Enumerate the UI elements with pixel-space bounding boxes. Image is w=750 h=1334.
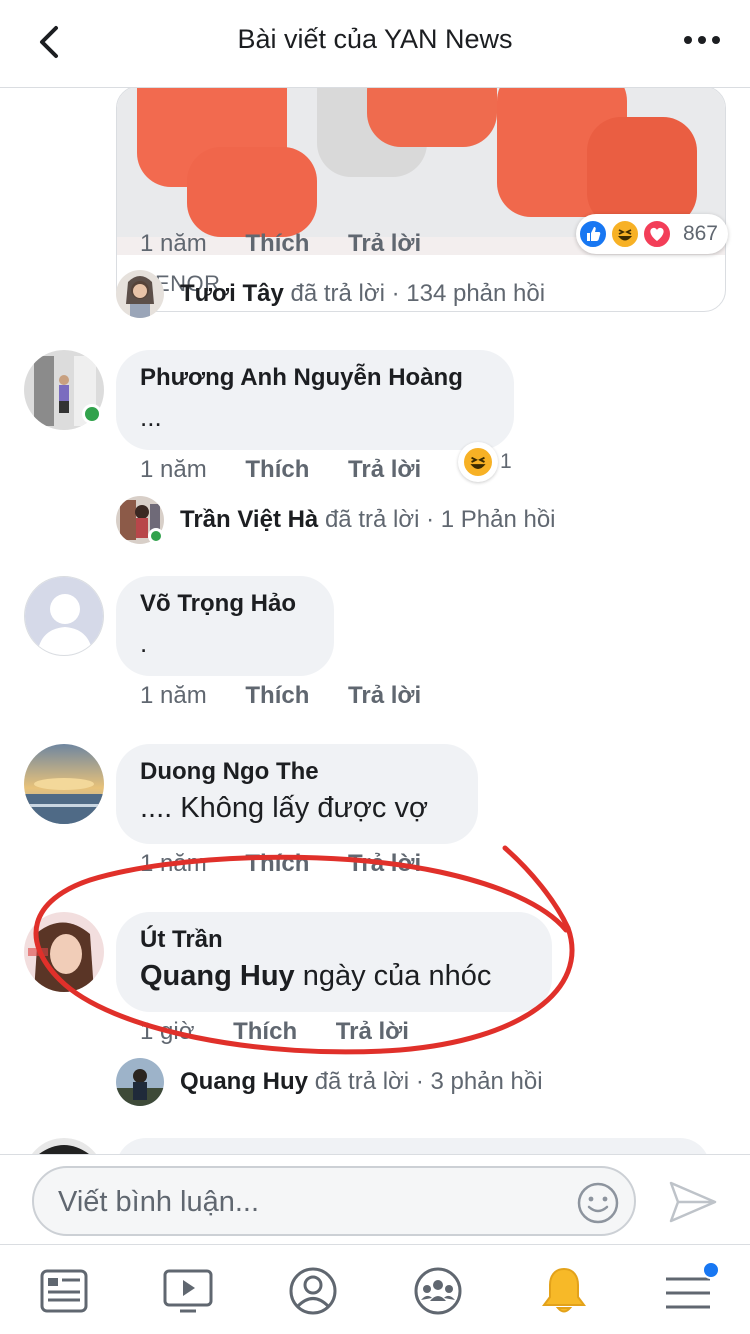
comment-bubble[interactable]: Duong Ngo The .... Không lấy được vợ <box>116 744 478 844</box>
comment-text: ngày của nhóc <box>294 960 492 992</box>
emoji-icon[interactable] <box>576 1181 620 1225</box>
reply-button[interactable]: Trả lời <box>348 456 421 483</box>
commenter-name[interactable]: Phương Anh Nguyễn Hoàng <box>140 364 490 392</box>
mention-link[interactable]: Quang Huy <box>140 960 295 992</box>
commenter-name[interactable]: Võ Trọng Hảo <box>140 590 310 618</box>
comment-actions: 1 năm Thích Trả lời <box>140 850 421 878</box>
bottom-navigation <box>0 1244 750 1334</box>
commenter-name[interactable]: Duong Ngo The <box>140 758 454 786</box>
gif-attachment[interactable]: TENOR <box>116 88 726 312</box>
comment-actions: 1 năm Thích Trả lời <box>140 682 421 710</box>
haha-reaction-icon <box>462 446 494 478</box>
reply-action-text: đã trả lời <box>324 506 420 533</box>
reply-button[interactable]: Trả lời <box>348 682 421 709</box>
replier-name[interactable]: Trần Việt Hà <box>180 506 318 533</box>
watch-video-icon[interactable] <box>160 1263 216 1319</box>
reply-count: · 3 phản hồi <box>415 1068 543 1095</box>
comment-bubble[interactable]: Phương Anh Nguyễn Hoàng ... <box>116 350 514 450</box>
avatar[interactable] <box>24 1138 104 1154</box>
reply-button[interactable]: Trả lời <box>348 850 421 877</box>
comments-list[interactable]: TENOR 867 1 năm Thích Trả lời Tươi Tây đ… <box>0 88 750 1154</box>
notifications-bell-icon[interactable] <box>536 1263 592 1319</box>
like-button[interactable]: Thích <box>233 1018 297 1045</box>
avatar[interactable] <box>24 744 104 824</box>
reply-action-text: đã trả lời <box>314 1068 410 1095</box>
like-button[interactable]: Thích <box>245 850 309 877</box>
page-title: Bài viết của YAN News <box>237 24 513 54</box>
like-button[interactable]: Thích <box>245 682 309 709</box>
top-bar: Bài viết của YAN News <box>0 0 750 88</box>
comment-actions: 1 năm Thích Trả lời <box>140 456 421 484</box>
replier-name[interactable]: Quang Huy <box>180 1068 308 1095</box>
avatar <box>116 1058 164 1106</box>
avatar[interactable] <box>24 576 104 656</box>
groups-icon[interactable] <box>410 1263 466 1319</box>
comment-time: 1 năm <box>140 850 207 877</box>
comment-actions: 1 năm Thích Trả lời <box>140 230 421 258</box>
reactions-count: 867 <box>682 222 718 245</box>
love-reaction-icon <box>642 219 672 249</box>
online-status-dot <box>148 528 164 544</box>
like-button[interactable]: Thích <box>245 456 309 483</box>
comment-text: ... <box>140 402 162 432</box>
reaction-count: 1 <box>500 450 512 473</box>
news-feed-icon[interactable] <box>36 1263 92 1319</box>
like-reaction-icon <box>578 219 608 249</box>
haha-reaction-icon <box>610 219 640 249</box>
comment-time: 1 năm <box>140 230 207 257</box>
comment-time: 1 năm <box>140 456 207 483</box>
profile-icon[interactable] <box>285 1263 341 1319</box>
send-icon[interactable] <box>668 1179 718 1225</box>
comment-bubble[interactable] <box>116 1138 710 1154</box>
reply-button[interactable]: Trả lời <box>336 1018 409 1045</box>
comment-composer: Viết bình luận... <box>0 1154 750 1244</box>
comment-time: 1 năm <box>140 682 207 709</box>
menu-notification-dot <box>702 1261 720 1279</box>
reply-count: · 1 Phản hồi <box>426 506 556 533</box>
comment-bubble[interactable]: Út Trần Quang Huy ngày của nhóc <box>116 912 552 1012</box>
reply-count: · 134 phản hồi <box>391 280 546 307</box>
comment-bubble[interactable]: Võ Trọng Hảo . <box>116 576 334 676</box>
comment-text: .... Không lấy được vợ <box>140 792 428 824</box>
comment-time: 1 giờ <box>140 1018 195 1045</box>
reactions-summary[interactable]: 867 <box>576 214 728 254</box>
online-status-dot <box>82 404 102 424</box>
reply-button[interactable]: Trả lời <box>348 230 421 257</box>
comment-input[interactable]: Viết bình luận... <box>32 1166 636 1236</box>
avatar[interactable] <box>24 912 104 992</box>
replier-name[interactable]: Tươi Tây <box>180 280 284 307</box>
comment-actions: 1 giờ Thích Trả lời <box>140 1018 409 1046</box>
reaction-badge[interactable]: 1 <box>458 442 514 482</box>
avatar <box>116 270 164 318</box>
more-options-icon[interactable] <box>682 24 722 60</box>
reply-action-text: đã trả lời <box>290 280 385 307</box>
comment-text: . <box>140 628 148 658</box>
comment-input-placeholder: Viết bình luận... <box>58 1186 260 1218</box>
like-button[interactable]: Thích <box>245 230 309 257</box>
commenter-name[interactable]: Út Trần <box>140 926 528 954</box>
